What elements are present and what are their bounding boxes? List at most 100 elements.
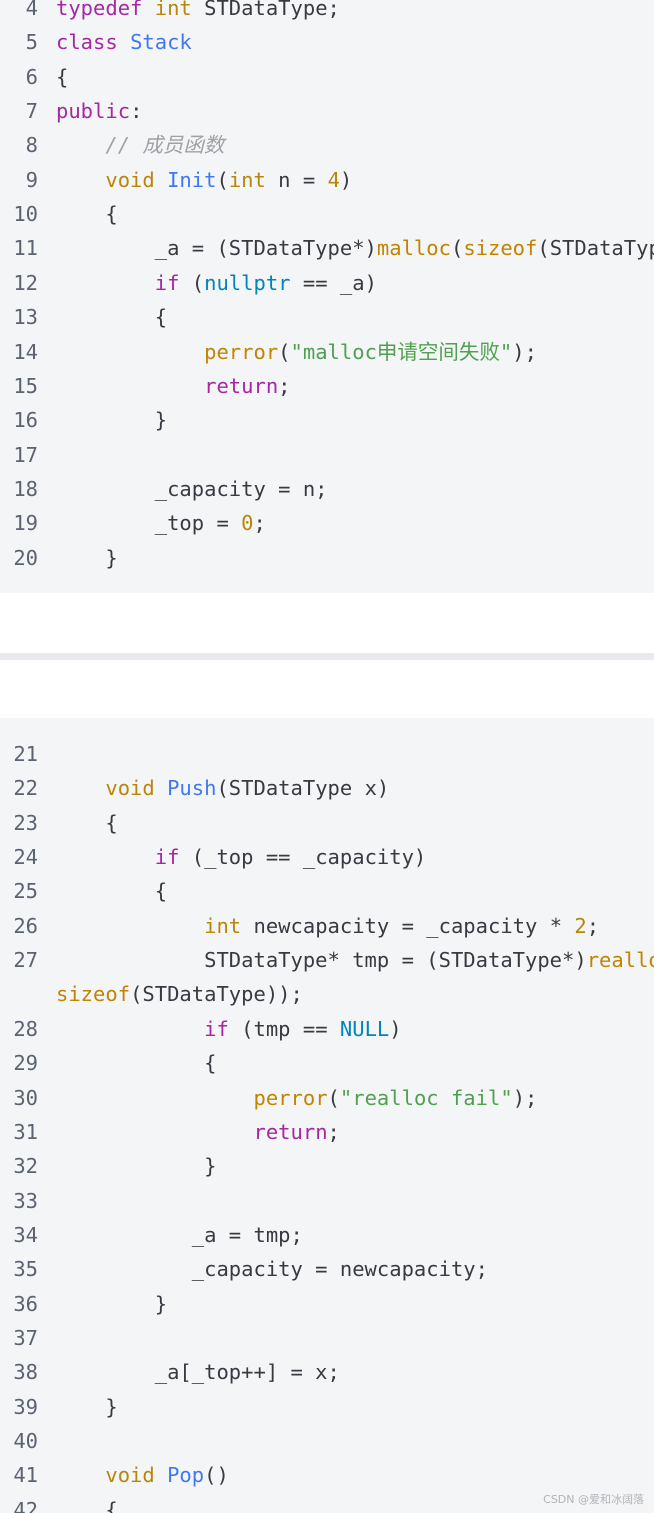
line-number: 6 [25,64,38,89]
code-token: { [56,305,168,330]
code-text: } [56,1149,216,1183]
code-line: 14 perror("malloc申请空间失败"); [0,335,537,369]
line-number: 27 [13,948,38,973]
code-token: STDataType* tmp = (STDataType*) [56,948,587,973]
code-token: : [130,99,143,124]
code-text: { [56,300,167,334]
code-text: } [56,1390,118,1424]
line-number: 28 [13,1016,38,1041]
code-token: ; [278,373,291,398]
code-line: 31 return; [0,1115,340,1149]
code-token: n = [265,167,328,192]
line-number: 33 [13,1188,38,1213]
code-token: newcapacity = _capacity * [241,913,575,938]
code-text: if (tmp == NULL) [56,1012,402,1046]
code-token: Stack [130,30,192,55]
line-number: 41 [13,1463,38,1488]
code-token: return [204,373,279,398]
code-token: nullptr [204,270,291,295]
code-line: 41 void Pop() [0,1458,229,1492]
watermark: CSDN @爱和冰阔落 [543,1493,644,1506]
line-number: 23 [13,810,38,835]
code-token: } [56,1154,217,1179]
code-token: ); [512,339,537,364]
code-line: 9 void Init(int n = 4) [0,163,353,197]
code-text: typedef int STDataType; [56,0,340,25]
line-number: 16 [13,408,38,433]
code-text: void Pop() [56,1458,228,1492]
line-number: 40 [13,1429,38,1453]
code-token: Pop [167,1463,205,1488]
code-text: { [56,874,167,908]
code-text: if (nullptr == _a) [56,266,377,300]
line-number: 34 [13,1222,38,1247]
code-token: } [56,1394,118,1419]
code-text: { [56,60,68,94]
code-token: if [154,270,180,295]
code-line: 21 [0,737,38,771]
code-text: { [56,197,118,231]
line-number: 24 [13,845,38,870]
line-number: 22 [13,776,38,801]
code-token: ( [327,1085,340,1110]
code-line: 29 { [0,1046,216,1080]
code-token: 2 [574,913,587,938]
code-line: 16 } [0,403,167,437]
code-text: perror("realloc fail"); [56,1081,537,1115]
code-token: realloc [586,948,654,973]
code-line: 11 _a = (STDataType*)malloc(sizeof(STDat… [0,231,654,265]
code-line: 25 { [0,874,167,908]
code-text: sizeof(STDataType)); [56,977,303,1011]
line-number: 15 [13,373,38,398]
code-token: } [56,408,168,433]
code-token: { [56,202,118,227]
code-line: 37 [0,1321,38,1355]
code-line: 12 if (nullptr == _a) [0,266,377,300]
code-token: public [56,99,131,124]
code-token: ; [253,511,266,536]
line-number: 13 [13,305,38,330]
line-number: 20 [13,545,38,570]
code-line: 5 class Stack [0,25,192,59]
code-line: 18 _capacity = n; [0,472,327,506]
line-number: 19 [13,511,38,536]
code-line: 7 public: [0,94,143,128]
code-token: if [154,845,180,870]
code-token: } [56,1291,168,1316]
code-token: _a[_top++] = x; [56,1360,340,1385]
code-token: ( [278,339,291,364]
code-token: { [56,1497,118,1513]
code-text: _a = (STDataType*)malloc(sizeof(STDataTy… [56,231,654,265]
line-number: 10 [13,202,38,227]
line-number: 9 [25,167,38,192]
code-text: void Init(int n = 4) [56,163,352,197]
code-line: 6{ [0,60,69,94]
code-text: _a[_top++] = x; [56,1355,340,1389]
code-text: { [56,806,118,840]
code-token: int [154,0,192,20]
line-number: 14 [13,339,38,364]
line-number: 8 [25,133,38,158]
code-token: void [105,1463,155,1488]
code-text: return; [56,1115,339,1149]
code-text: STDataType* tmp = (STDataType*)realloc(_… [56,943,654,977]
code-line: 15 return; [0,369,290,403]
code-line: sizeof(STDataType)); [0,977,303,1011]
line-number: 31 [13,1119,38,1144]
code-token: { [56,810,118,835]
line-number: 26 [13,913,38,938]
code-block-2: 21 22 void Push(STDataType x) 23 {24 if (_… [0,718,654,1513]
code-token: return [253,1119,328,1144]
code-token: ( [216,167,229,192]
code-token: (STDataType x) [216,776,390,801]
code-line: 19 _top = 0; [0,506,266,540]
code-token: ) [339,167,353,192]
